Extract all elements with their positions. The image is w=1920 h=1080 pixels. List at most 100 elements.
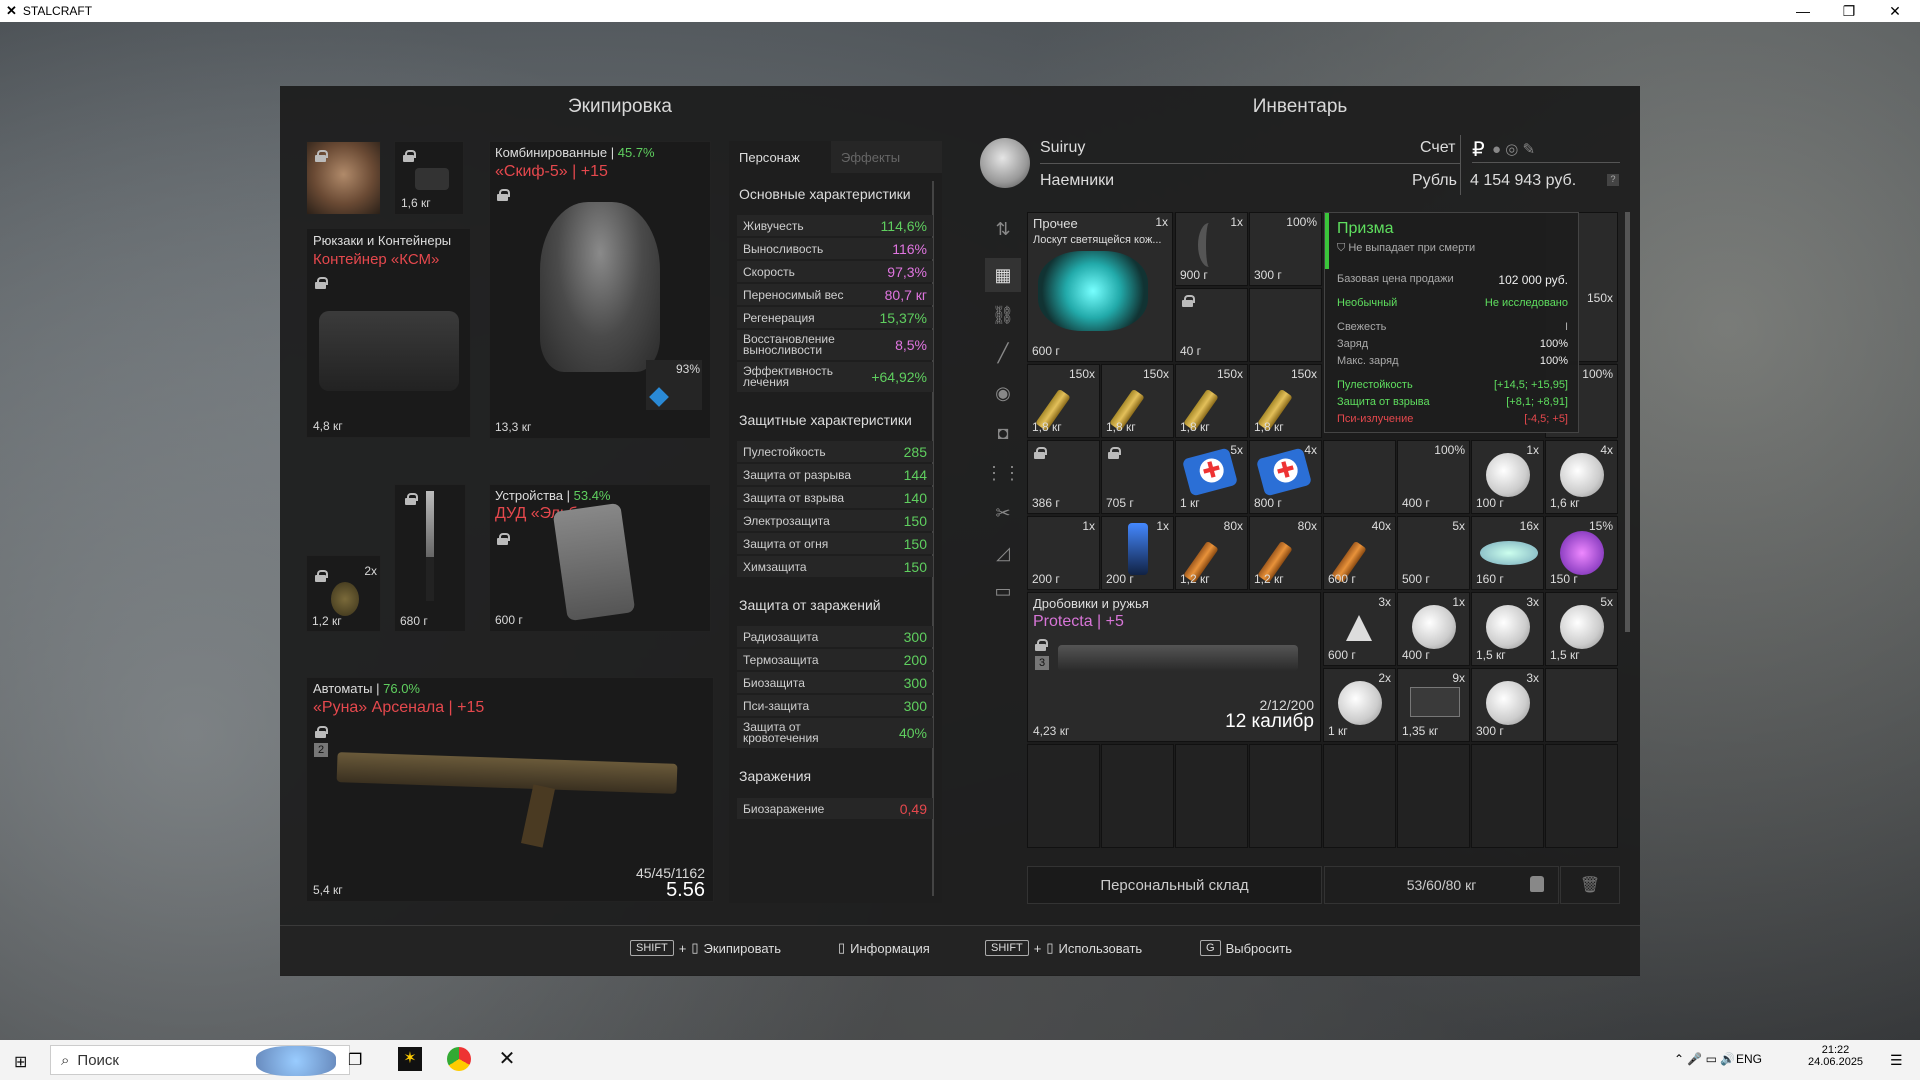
inventory-item[interactable]: 150x 1,8 кг: [1027, 364, 1100, 438]
empty-slot[interactable]: [1397, 744, 1470, 848]
inventory-item[interactable]: 5x 1,5 кг: [1545, 592, 1618, 666]
inventory-item[interactable]: [1249, 288, 1322, 362]
inventory-item[interactable]: [1323, 440, 1396, 514]
chrome-icon[interactable]: [447, 1047, 471, 1071]
inventory-weapon-item[interactable]: Дробовики и ружья Protecta | +5 3 2/12/2…: [1027, 592, 1321, 742]
backpack-slot[interactable]: Рюкзаки и Контейнеры Контейнер «КСМ» 4,8…: [306, 228, 471, 438]
primary-weapon-slot[interactable]: Автоматы | 76.0% «Руна» Арсенала | +15 2…: [306, 677, 714, 902]
inventory-item[interactable]: Прочее 1x Лоскут светящейся кож... 600 г: [1027, 212, 1173, 362]
ruble-icon[interactable]: ₽: [1472, 137, 1485, 162]
inventory-item[interactable]: 150x 1,8 кг: [1101, 364, 1174, 438]
close-button[interactable]: ✕: [1872, 0, 1918, 22]
stalcraft-taskbar-icon[interactable]: ✕: [495, 1047, 519, 1071]
tools-filter-icon[interactable]: ✂: [985, 496, 1021, 530]
armor-module-slot[interactable]: 93%: [646, 360, 702, 410]
inventory-title: Инвентарь: [1252, 96, 1348, 117]
empty-slot[interactable]: [1471, 744, 1544, 848]
empty-slot[interactable]: [1101, 744, 1174, 848]
app-icon[interactable]: ✶: [398, 1047, 422, 1071]
module-percent: 93%: [675, 362, 700, 376]
sort-icon[interactable]: ⇅: [985, 212, 1021, 246]
device-slot[interactable]: Устройства | 53.4% ДУД «Эльбрус» 600 г: [489, 484, 711, 632]
lock-icon: [1182, 295, 1195, 307]
stat-row: Переносимый вес 80,7 кг: [737, 284, 933, 305]
helmet-slot[interactable]: 1,6 кг: [394, 141, 464, 215]
inventory-item[interactable]: 3x 300 г: [1471, 668, 1544, 742]
inventory-item[interactable]: 5x1 кг: [1175, 440, 1248, 514]
clock[interactable]: 21:22 24.06.2025: [1808, 1044, 1863, 1068]
weapon-filter-icon[interactable]: ╱: [985, 336, 1021, 370]
device-category: Устройства |: [495, 488, 570, 503]
empty-slot[interactable]: [1323, 744, 1396, 848]
armor-slot[interactable]: Комбинированные | 45.7% «Скиф-5» | +15 9…: [489, 141, 711, 439]
inventory-item[interactable]: 705 г: [1101, 440, 1174, 514]
device-filter-icon[interactable]: ◘: [985, 416, 1021, 450]
empty-slot[interactable]: [1175, 744, 1248, 848]
ammo-filter-icon[interactable]: ⋮⋮: [985, 456, 1021, 490]
tab-character[interactable]: Персонаж: [729, 141, 831, 173]
minimize-button[interactable]: —: [1780, 0, 1826, 22]
inventory-item[interactable]: 1x 200 г: [1027, 516, 1100, 590]
armor-category: Комбинированные |: [495, 145, 615, 160]
inventory-item[interactable]: 16x 160 г: [1471, 516, 1544, 590]
knife-slot[interactable]: 680 г: [394, 484, 466, 632]
inventory-item[interactable]: 150x 1,8 кг: [1249, 364, 1322, 438]
inventory-item[interactable]: 4x 1,6 кг: [1545, 440, 1618, 514]
currency-icons[interactable]: ● ◎ ✎: [1492, 140, 1535, 158]
inventory-item[interactable]: 80x 1,2 кг: [1249, 516, 1322, 590]
empty-slot[interactable]: [1545, 744, 1618, 848]
inventory-item[interactable]: 1x 400 г: [1397, 592, 1470, 666]
inventory-item[interactable]: 386 г: [1027, 440, 1100, 514]
notification-icon[interactable]: ☰: [1890, 1052, 1903, 1069]
stat-row: Выносливость 116%: [737, 238, 933, 259]
inventory-item[interactable]: [1545, 668, 1618, 742]
tab-effects[interactable]: Эффекты: [831, 141, 942, 173]
inventory-item[interactable]: 40x 600 г: [1323, 516, 1396, 590]
inventory-item[interactable]: 40 г: [1175, 288, 1248, 362]
grid-view-icon[interactable]: ▦: [985, 258, 1021, 292]
inventory-scrollbar[interactable]: [1625, 212, 1630, 632]
inventory-item[interactable]: 1x 100 г: [1471, 440, 1544, 514]
item-tooltip: Призма ⛉ Не выпадает при смерти Базовая …: [1324, 212, 1579, 433]
glowing-skin-image: [1038, 251, 1148, 331]
grenade-slot[interactable]: 2x 1,2 кг: [306, 555, 381, 632]
tray-icons[interactable]: ⌃ 🎤 ▭ 🔊: [1674, 1052, 1735, 1066]
restore-button[interactable]: ❐: [1826, 0, 1872, 22]
inventory-item[interactable]: 1x 200 г: [1101, 516, 1174, 590]
trash-icon[interactable]: 🗑: [1560, 866, 1620, 904]
inventory-item[interactable]: 150x 1,8 кг: [1175, 364, 1248, 438]
tooltip-rarity-row: Необычный Не исследовано: [1337, 297, 1568, 309]
lock-icon: [315, 570, 328, 582]
inventory-item[interactable]: 5x 500 г: [1397, 516, 1470, 590]
armor-filter-icon[interactable]: ◉: [985, 376, 1021, 410]
inventory-item[interactable]: 100% 400 г: [1397, 440, 1470, 514]
language-indicator[interactable]: ENG: [1736, 1052, 1762, 1066]
inventory-item[interactable]: 100% 300 г: [1249, 212, 1322, 286]
character-face-slot[interactable]: [306, 141, 381, 215]
account-label: Счет: [1420, 139, 1456, 156]
main-stats-heading: Основные характеристики: [739, 186, 911, 202]
inventory-item[interactable]: 3x 1,5 кг: [1471, 592, 1544, 666]
task-view-icon[interactable]: ❐: [348, 1050, 362, 1070]
help-icon[interactable]: ?: [1607, 174, 1619, 186]
misc-filter-icon[interactable]: ◿: [985, 536, 1021, 570]
storage-filter-icon[interactable]: ▭: [985, 574, 1021, 608]
tooltip-freshness-row: Свежесть I: [1337, 321, 1568, 333]
inventory-item[interactable]: 4x800 г: [1249, 440, 1322, 514]
inventory-item[interactable]: 3x 600 г: [1323, 592, 1396, 666]
lock-icon: [405, 493, 418, 505]
empty-slot[interactable]: [1249, 744, 1322, 848]
link-icon[interactable]: ⛓: [985, 298, 1021, 332]
inventory-item[interactable]: 9x 1,35 кг: [1397, 668, 1470, 742]
tooltip-prop-row: Пулестойкость [+14,5; +15,95]: [1337, 379, 1568, 391]
medkit-icon: [1255, 447, 1313, 497]
stat-row: Радиозащита 300: [737, 626, 933, 647]
inventory-item[interactable]: 1x 900 г: [1175, 212, 1248, 286]
inventory-item[interactable]: 15% 150 г: [1545, 516, 1618, 590]
stat-row: Биозаражение 0,49: [737, 798, 933, 819]
windows-start-icon[interactable]: ⊞: [14, 1052, 27, 1072]
personal-storage-button[interactable]: Персональный склад: [1027, 866, 1322, 904]
empty-slot[interactable]: [1027, 744, 1100, 848]
inventory-item[interactable]: 80x 1,2 кг: [1175, 516, 1248, 590]
inventory-item[interactable]: 2x 1 кг: [1323, 668, 1396, 742]
